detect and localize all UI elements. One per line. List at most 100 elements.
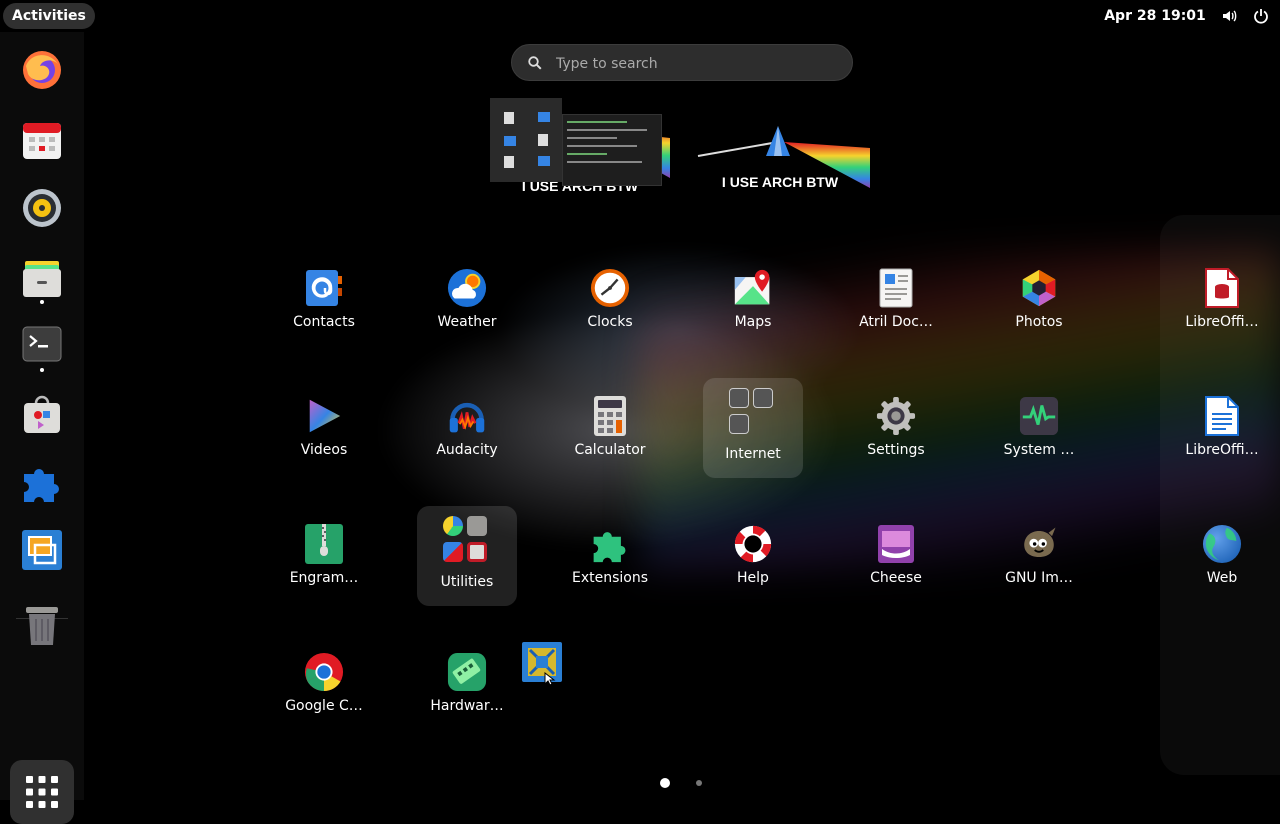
app-label: Engram… [289, 570, 359, 586]
calendar-icon[interactable] [14, 112, 70, 168]
extensions-puzzle-icon [590, 524, 630, 564]
app-label: LibreOffi… [1185, 314, 1259, 330]
app-engrampa[interactable]: Engram… [274, 514, 374, 614]
trash-icon[interactable] [14, 598, 70, 654]
app-settings[interactable]: Settings [846, 386, 946, 486]
app-label: Clocks [587, 314, 633, 330]
disk-usage-icon [443, 516, 463, 536]
dash [0, 32, 84, 824]
app-label: Help [737, 570, 769, 586]
workspace-thumbnail-1[interactable]: I USE ARCH BTW [490, 98, 670, 214]
folder-utilities[interactable]: Utilities [417, 506, 517, 606]
app-label: Audacity [436, 442, 498, 458]
page-indicator-1[interactable] [660, 778, 670, 788]
folder-preview [729, 388, 777, 436]
app-label: Utilities [440, 574, 494, 590]
wallpaper-caption: I USE ARCH BTW [721, 174, 839, 190]
network-icon [729, 414, 749, 434]
videos-icon [304, 396, 344, 436]
running-indicator [40, 368, 44, 372]
libreoffice-writer-icon [1202, 396, 1242, 436]
activities-button[interactable]: Activities [3, 3, 95, 29]
app-label: Photos [1015, 314, 1063, 330]
app-videos[interactable]: Videos [274, 386, 374, 486]
app-photos[interactable]: Photos [989, 258, 1089, 358]
settings-gear-icon [876, 396, 916, 436]
app-extensions[interactable]: Extensions [560, 514, 660, 614]
page-indicator-2[interactable] [696, 780, 702, 786]
hardware-info-icon [447, 652, 487, 692]
running-indicator [40, 300, 44, 304]
volume-icon[interactable] [1222, 8, 1238, 24]
top-bar: Activities Apr 28 19:01 [0, 0, 1280, 32]
app-label: Hardwar… [430, 698, 504, 714]
app-cheese[interactable]: Cheese [846, 514, 946, 614]
gimp-icon [1019, 524, 1059, 564]
app-label: Contacts [293, 314, 355, 330]
app-label: Videos [300, 442, 348, 458]
app-grid-icon [26, 776, 58, 808]
app-libreoffice-writer[interactable]: LibreOffi… [1172, 386, 1272, 486]
app-web[interactable]: Web [1172, 514, 1272, 614]
network-icon [753, 388, 773, 408]
app-libreoffice-base[interactable]: LibreOffi… [1172, 258, 1272, 358]
app-hardware[interactable]: Hardwar… [417, 642, 517, 742]
app-label: Web [1206, 570, 1238, 586]
app-label: Settings [867, 442, 925, 458]
google-chrome-icon [304, 652, 344, 692]
network-icon [729, 388, 749, 408]
archive-manager-icon [304, 524, 344, 564]
files-window-thumbnail[interactable] [490, 98, 562, 182]
app-label: System … [1003, 442, 1075, 458]
app-label: Cheese [870, 570, 922, 586]
rhythmbox-icon[interactable] [14, 180, 70, 236]
software-icon[interactable] [14, 386, 70, 442]
terminal-window-thumbnail[interactable] [562, 114, 662, 186]
cheese-icon [876, 524, 916, 564]
app-label: Internet [725, 446, 781, 462]
web-browser-globe-icon [1202, 524, 1242, 564]
terminal-icon[interactable] [14, 316, 70, 372]
photos-icon [1019, 268, 1059, 308]
show-apps-button[interactable] [10, 760, 74, 824]
folder-preview [443, 516, 491, 564]
contacts-icon [304, 268, 344, 308]
app-calculator[interactable]: Calculator [560, 386, 660, 486]
app-contacts[interactable]: Contacts [274, 258, 374, 358]
virtualbox-icon[interactable] [14, 522, 70, 578]
app-help[interactable]: Help [703, 514, 803, 614]
power-icon[interactable] [1253, 8, 1269, 24]
firefox-icon[interactable] [14, 42, 70, 98]
app-system-monitor[interactable]: System … [989, 386, 1089, 486]
app-label: GNU Im… [1005, 570, 1073, 586]
mouse-cursor-icon [544, 672, 556, 686]
audacity-icon [447, 396, 487, 436]
app-gimp[interactable]: GNU Im… [989, 514, 1089, 614]
system-monitor-icon [1019, 396, 1059, 436]
extensions-icon[interactable] [14, 454, 70, 510]
app-label: LibreOffi… [1185, 442, 1259, 458]
app-atril[interactable]: Atril Doc… [846, 258, 946, 358]
screenshot-icon [443, 542, 463, 562]
app-google-chrome[interactable]: Google C… [274, 642, 374, 742]
workspace-thumbnail-2[interactable]: I USE ARCH BTW [690, 98, 870, 214]
app-weather[interactable]: Weather [417, 258, 517, 358]
atril-document-viewer-icon [876, 268, 916, 308]
app-audacity[interactable]: Audacity [417, 386, 517, 486]
files-icon[interactable] [14, 250, 70, 306]
prism-wallpaper [697, 126, 870, 188]
maps-icon [733, 268, 773, 308]
app-label: Weather [437, 314, 497, 330]
search-input[interactable] [554, 51, 838, 77]
app-maps[interactable]: Maps [703, 258, 803, 358]
date-time[interactable]: Apr 28 19:01 [1100, 0, 1210, 32]
app-clocks[interactable]: Clocks [560, 258, 660, 358]
search-bar[interactable] [511, 44, 853, 81]
virtualbox-dragged-icon[interactable] [522, 642, 562, 686]
app-label: Extensions [571, 570, 649, 586]
app-label: Atril Doc… [859, 314, 933, 330]
libreoffice-base-icon [1202, 268, 1242, 308]
app-label: Google C… [285, 698, 363, 714]
app-label: Maps [734, 314, 772, 330]
folder-internet[interactable]: Internet [703, 378, 803, 478]
